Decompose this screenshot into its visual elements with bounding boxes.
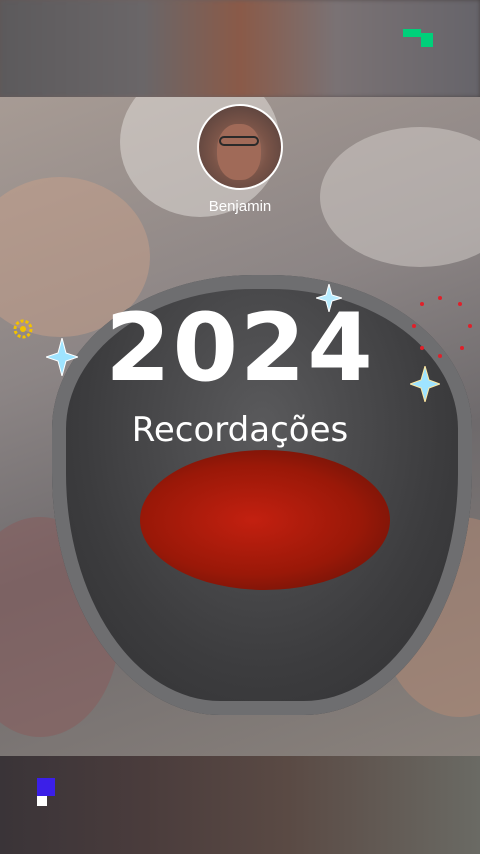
avatar[interactable]: [197, 104, 283, 190]
blurred-top-band: [0, 0, 480, 97]
username-label: Benjamin: [208, 198, 272, 215]
green-pixel-logo-icon: [403, 29, 433, 47]
blurred-bottom-band: [0, 756, 480, 854]
sparkle-icon: [46, 338, 78, 376]
red-drink: [140, 450, 390, 590]
sparkle-icon: [410, 366, 440, 402]
fabric-pattern: [320, 127, 480, 267]
blue-pixel-logo-icon: [37, 778, 57, 808]
sparkle-icon: [316, 284, 342, 312]
dots-icon: [412, 296, 472, 358]
flower-icon: [13, 319, 33, 339]
story-screen: Benjamin 2024 Recordações: [0, 0, 480, 854]
subtitle: Recordações: [131, 410, 349, 450]
